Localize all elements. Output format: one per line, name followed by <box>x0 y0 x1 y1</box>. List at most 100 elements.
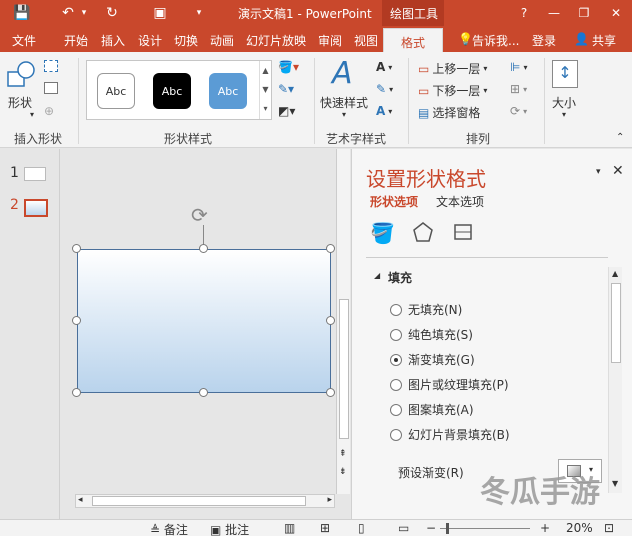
quick-styles-button[interactable]: 快速样式 <box>320 94 368 111</box>
tab-shape-options[interactable]: 形状选项 <box>370 193 418 210</box>
customize-qat-icon[interactable]: ▾ <box>192 0 206 26</box>
pane-scrollbar[interactable]: ▲ ▼ <box>608 267 622 493</box>
tab-view[interactable]: 视图 <box>354 32 378 49</box>
selection-pane-button[interactable]: ▤ 选择窗格 <box>418 104 480 121</box>
scroll-left-icon[interactable]: ◂ <box>78 495 83 505</box>
notes-button[interactable]: ≜ 备注 <box>150 521 188 536</box>
quick-styles-dropdown-icon[interactable]: ▾ <box>342 110 346 119</box>
rotate-handle-icon[interactable]: ⟳ <box>191 203 208 227</box>
zoom-in-icon[interactable]: + <box>540 521 550 535</box>
scroll-thumb[interactable] <box>339 299 349 439</box>
fill-option-slide-background[interactable]: 幻灯片背景填充(B) <box>390 426 510 443</box>
tab-format[interactable]: 格式 <box>383 28 443 52</box>
shapes-button[interactable]: 形状 <box>8 94 32 111</box>
shape-fill-icon[interactable]: 🪣▾ <box>278 60 299 74</box>
slideshow-icon[interactable]: ▭ <box>398 521 409 535</box>
tab-file[interactable]: 文件 <box>12 32 36 49</box>
radio-button-selected[interactable] <box>390 353 402 366</box>
text-effects-icon[interactable]: A ▾ <box>376 104 392 118</box>
scroll-down-icon[interactable]: ▼ <box>612 479 618 488</box>
shape-effects-icon[interactable]: ◩▾ <box>278 104 295 118</box>
next-slide-icon[interactable]: ⇟ <box>339 467 347 477</box>
slide-sorter-icon[interactable]: ⊞ <box>320 521 330 535</box>
comments-button[interactable]: ▣ 批注 <box>210 521 249 536</box>
resize-handle[interactable] <box>199 244 208 253</box>
section-collapse-icon[interactable]: ◢ <box>374 271 380 280</box>
pane-close-icon[interactable]: ✕ <box>612 163 624 179</box>
restore-button[interactable]: ❐ <box>570 0 598 26</box>
fill-option-none[interactable]: 无填充(N) <box>390 301 462 318</box>
collapse-ribbon-icon[interactable]: ⌃ <box>616 132 624 143</box>
zoom-out-icon[interactable]: − <box>426 521 436 535</box>
resize-handle[interactable] <box>72 388 81 397</box>
size-properties-icon[interactable] <box>452 221 474 243</box>
tab-slideshow[interactable]: 幻灯片放映 <box>246 32 306 49</box>
gallery-scroll[interactable]: ▲ ▼ ▾ <box>259 61 271 119</box>
style-swatch-black[interactable]: Abc <box>153 73 191 109</box>
text-fill-icon[interactable]: A ▾ <box>376 60 392 74</box>
resize-handle[interactable] <box>326 316 335 325</box>
size-button[interactable]: 大小 <box>552 94 576 111</box>
tab-transitions[interactable]: 切换 <box>174 32 198 49</box>
shapes-icon[interactable] <box>6 60 36 90</box>
align-icon[interactable]: ⊫ ▾ <box>510 60 527 74</box>
radio-button[interactable] <box>390 303 402 316</box>
size-icon[interactable]: ↕ <box>552 60 578 88</box>
fill-option-gradient[interactable]: 渐变填充(G) <box>390 351 475 368</box>
fill-option-pattern[interactable]: 图案填充(A) <box>390 401 474 418</box>
radio-button[interactable] <box>390 428 402 441</box>
tab-animations[interactable]: 动画 <box>210 32 234 49</box>
zoom-slider-thumb[interactable] <box>446 523 449 534</box>
tab-home[interactable]: 开始 <box>64 32 88 49</box>
fill-line-icon[interactable]: 🪣 <box>370 221 395 245</box>
tell-me-input[interactable]: 告诉我... <box>472 32 519 49</box>
fill-option-picture[interactable]: 图片或纹理填充(P) <box>390 376 509 393</box>
fit-to-window-icon[interactable]: ⊡ <box>604 521 614 535</box>
edit-shape-icon[interactable] <box>44 60 58 72</box>
scroll-up-icon[interactable]: ▲ <box>612 269 618 278</box>
pane-scroll-thumb[interactable] <box>611 283 621 363</box>
resize-handle[interactable] <box>199 388 208 397</box>
text-outline-icon[interactable]: ✎ ▾ <box>376 82 393 96</box>
login-link[interactable]: 登录 <box>532 32 556 49</box>
scroll-right-icon[interactable]: ▸ <box>327 495 332 505</box>
style-swatch-blue[interactable]: Abc <box>209 73 247 109</box>
vertical-scrollbar[interactable]: ⇞ ⇟ <box>336 149 350 494</box>
save-icon[interactable]: 💾 <box>10 0 34 26</box>
effects-icon[interactable] <box>412 221 434 243</box>
present-icon[interactable]: ▣ <box>148 0 172 26</box>
resize-handle[interactable] <box>72 316 81 325</box>
shapes-dropdown-icon[interactable]: ▾ <box>30 110 34 119</box>
zoom-level[interactable]: 20% <box>566 521 593 535</box>
bring-forward-button[interactable]: ▭ 上移一层 ▾ <box>418 60 487 77</box>
tab-insert[interactable]: 插入 <box>101 32 125 49</box>
group-objects-icon[interactable]: ⊞ ▾ <box>510 82 527 96</box>
size-dropdown-icon[interactable]: ▾ <box>562 110 566 119</box>
shape-outline-icon[interactable]: ✎▾ <box>278 82 294 96</box>
gradient-rectangle-shape[interactable] <box>77 249 331 393</box>
prev-slide-icon[interactable]: ⇞ <box>339 449 347 459</box>
style-swatch-white[interactable]: Abc <box>97 73 135 109</box>
horizontal-scroll-thumb[interactable] <box>92 496 306 506</box>
pane-options-icon[interactable]: ▾ <box>596 167 601 177</box>
send-backward-button[interactable]: ▭ 下移一层 ▾ <box>418 82 487 99</box>
minimize-button[interactable]: — <box>540 0 568 26</box>
resize-handle[interactable] <box>326 244 335 253</box>
slide-thumbnail-selected[interactable] <box>24 199 48 217</box>
undo-dropdown-icon[interactable]: ▾ <box>78 0 90 26</box>
slide-thumbnail[interactable] <box>24 167 46 181</box>
radio-button[interactable] <box>390 328 402 341</box>
tab-design[interactable]: 设计 <box>138 32 162 49</box>
resize-handle[interactable] <box>72 244 81 253</box>
horizontal-scrollbar[interactable]: ◂ ▸ <box>75 494 335 508</box>
share-button[interactable]: 共享 <box>592 32 616 49</box>
fill-section-title[interactable]: 填充 <box>388 269 412 286</box>
help-icon[interactable]: ? <box>510 0 538 26</box>
tab-text-options[interactable]: 文本选项 <box>436 193 484 210</box>
wordart-a-icon[interactable]: A <box>332 56 353 91</box>
normal-view-icon[interactable]: ▥ <box>284 521 295 535</box>
radio-button[interactable] <box>390 378 402 391</box>
text-box-icon[interactable] <box>44 82 58 94</box>
rotate-icon[interactable]: ⟳ ▾ <box>510 104 527 118</box>
tab-review[interactable]: 审阅 <box>318 32 342 49</box>
